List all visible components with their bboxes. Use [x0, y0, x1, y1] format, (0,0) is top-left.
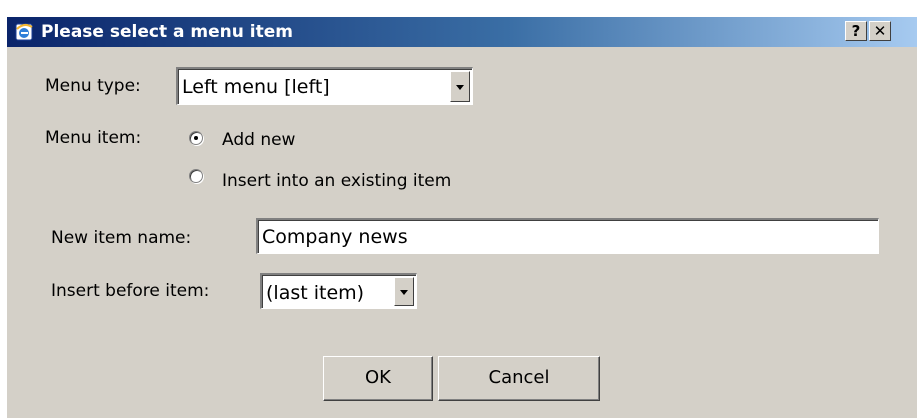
- menu-type-select[interactable]: Left menu [left]: [176, 67, 473, 105]
- insert-before-label: Insert before item:: [51, 281, 210, 301]
- radio-add-new-label[interactable]: Add new: [222, 130, 295, 150]
- insert-before-select[interactable]: (last item): [260, 273, 417, 309]
- insert-before-value: (last item): [266, 282, 365, 304]
- radio-insert-existing[interactable]: [189, 169, 203, 183]
- window-title: Please select a menu item: [41, 22, 293, 42]
- new-item-name-input[interactable]: Company news: [256, 218, 879, 254]
- close-button[interactable]: ✕: [869, 21, 891, 41]
- ie-window-icon: [15, 23, 33, 41]
- ok-button[interactable]: OK: [323, 356, 433, 401]
- menu-item-label: Menu item:: [45, 128, 142, 148]
- dialog-window: Please select a menu item ? ✕ Menu type:…: [6, 16, 917, 418]
- chevron-down-icon[interactable]: [450, 71, 470, 102]
- new-item-name-label: New item name:: [51, 228, 192, 248]
- title-bar[interactable]: Please select a menu item ? ✕: [7, 17, 917, 47]
- cancel-button[interactable]: Cancel: [438, 356, 600, 401]
- chevron-down-icon[interactable]: [394, 277, 414, 306]
- help-button[interactable]: ?: [845, 21, 867, 41]
- radio-add-new[interactable]: [189, 131, 203, 145]
- menu-type-value: Left menu [left]: [182, 76, 330, 98]
- radio-insert-existing-label[interactable]: Insert into an existing item: [222, 171, 451, 191]
- menu-type-label: Menu type:: [45, 76, 141, 96]
- new-item-name-value: Company news: [262, 226, 408, 248]
